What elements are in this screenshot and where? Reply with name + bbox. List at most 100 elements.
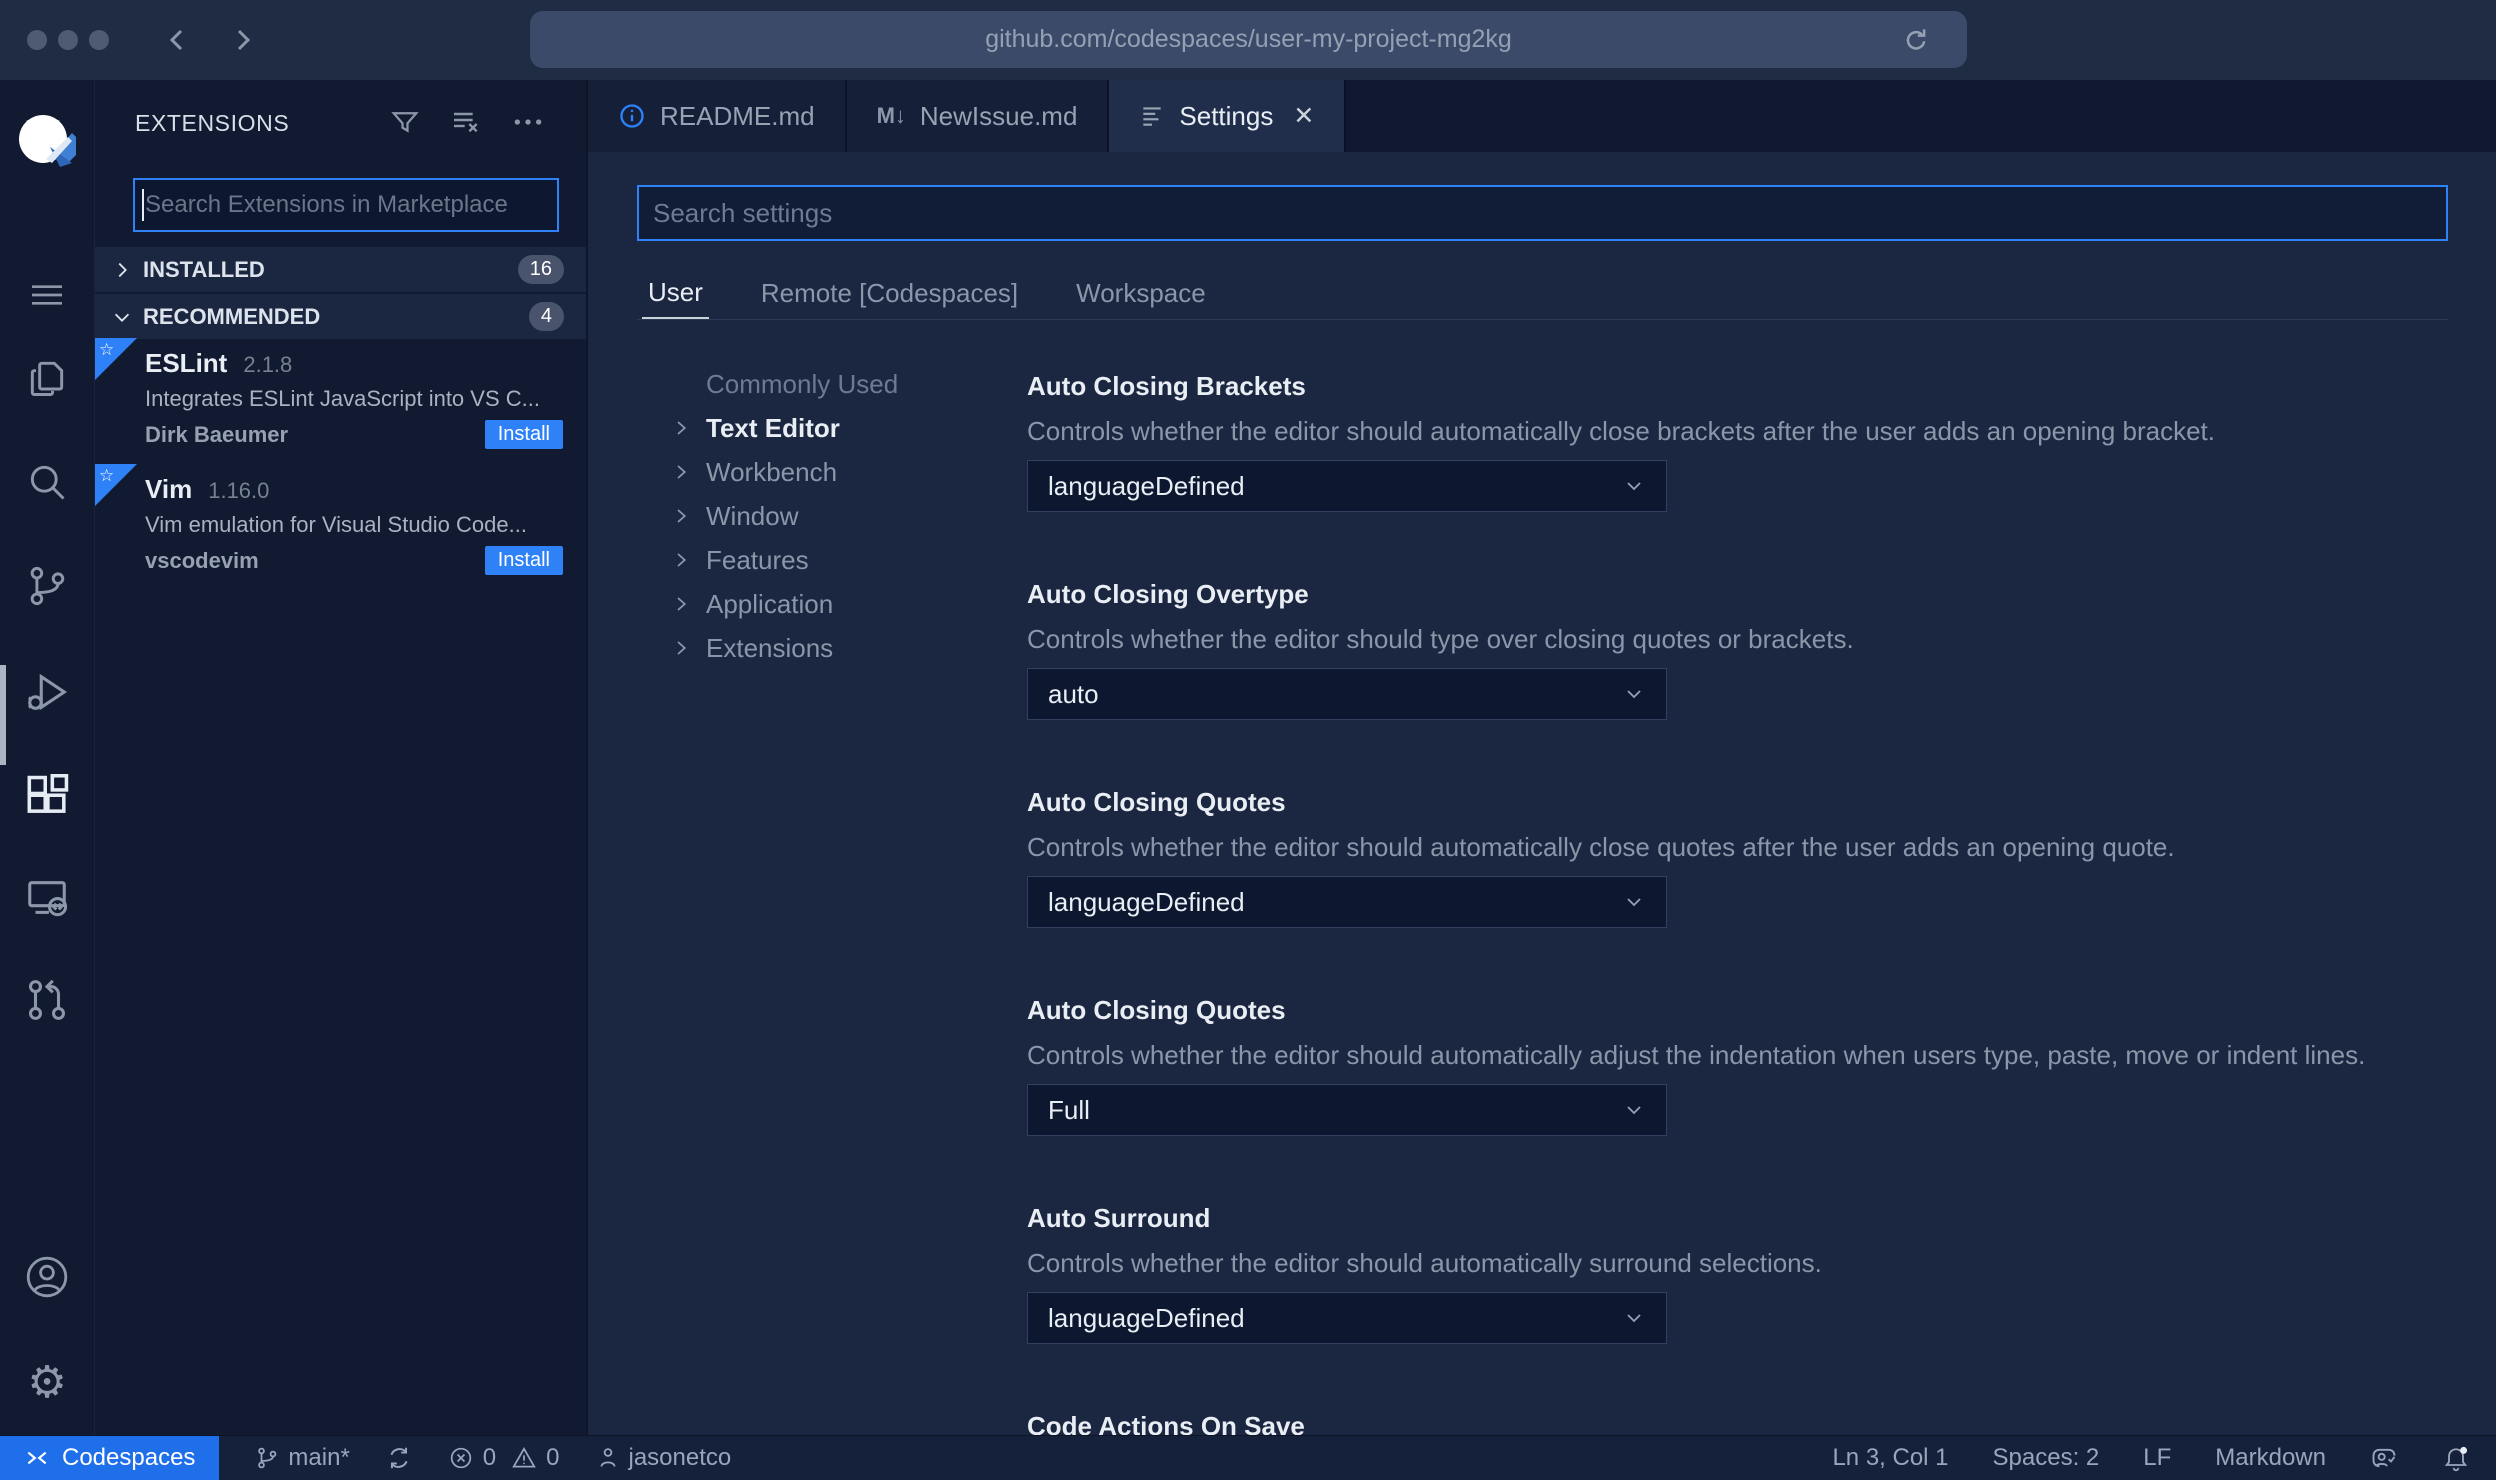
menu-button[interactable] xyxy=(27,275,67,315)
setting-dropdown[interactable]: languageDefined xyxy=(1027,1292,1667,1344)
setting-auto-closing-quotes: Auto Closing Quotes Controls whether the… xyxy=(1027,780,2487,928)
chevron-right-icon xyxy=(672,551,690,569)
setting-title: Auto Closing Overtype xyxy=(1027,579,1309,609)
window-zoom-button[interactable] xyxy=(89,30,109,50)
setting-description: Controls whether the editor should autom… xyxy=(1027,416,2216,446)
toc-item-text-editor[interactable]: Text Editor xyxy=(672,406,898,450)
run-debug-view-button[interactable] xyxy=(24,669,70,715)
extension-description: Vim emulation for Visual Studio Code... xyxy=(145,512,527,537)
warnings-icon xyxy=(512,1447,536,1468)
extension-version: 1.16.0 xyxy=(208,478,270,503)
github-codespaces-logo xyxy=(16,111,78,173)
explorer-view-button[interactable] xyxy=(25,356,69,400)
status-bar: Codespaces main* 0 0 jasonetco Ln 3, Col… xyxy=(0,1435,2496,1480)
extensions-view-button[interactable] xyxy=(24,774,70,820)
setting-title: Auto Closing Quotes xyxy=(1027,787,1286,817)
extensions-icon xyxy=(27,774,69,813)
feedback-button[interactable] xyxy=(2370,1444,2398,1472)
source-control-view-button[interactable] xyxy=(25,564,69,608)
account-status-button[interactable]: jasonetco xyxy=(596,1444,732,1472)
settings-search xyxy=(637,185,2448,241)
ellipsis-icon xyxy=(514,119,542,125)
remote-icon xyxy=(27,1451,47,1465)
chevron-right-icon xyxy=(672,507,690,525)
section-recommended[interactable]: RECOMMENDED 4 xyxy=(95,294,586,339)
extension-item-vim[interactable]: ☆ Vim 1.16.0 Vim emulation for Visual St… xyxy=(95,464,586,586)
address-bar[interactable]: github.com/codespaces/user-my-project-mg… xyxy=(530,11,1967,68)
toc-item-workbench[interactable]: Workbench xyxy=(672,450,898,494)
account-button[interactable] xyxy=(23,1253,71,1301)
clear-extension-search-button[interactable] xyxy=(450,106,482,138)
text-cursor xyxy=(142,189,144,221)
pull-requests-view-button[interactable] xyxy=(24,977,70,1023)
install-button[interactable]: Install xyxy=(484,546,563,575)
browser-back-button[interactable] xyxy=(160,22,196,58)
close-tab-button[interactable]: ✕ xyxy=(1293,101,1314,131)
extension-search xyxy=(133,178,559,232)
tab-label: README.md xyxy=(660,100,815,131)
scope-tab-workspace[interactable]: Workspace xyxy=(1070,268,1212,319)
setting-title: Auto Surround xyxy=(1027,1203,1211,1233)
problems-button[interactable]: 0 0 xyxy=(448,1444,560,1472)
line-col-button[interactable]: Ln 3, Col 1 xyxy=(1832,1444,1948,1472)
setting-dropdown[interactable]: languageDefined xyxy=(1027,876,1667,928)
tab-settings[interactable]: Settings ✕ xyxy=(1109,80,1347,152)
setting-dropdown[interactable]: auto xyxy=(1027,668,1667,720)
setting-auto-surround: Auto Surround Controls whether the edito… xyxy=(1027,1196,2487,1344)
error-count: 0 xyxy=(482,1444,497,1471)
chevron-down-icon xyxy=(1622,1098,1646,1122)
extension-item-eslint[interactable]: ☆ ESLint 2.1.8 Integrates ESLint JavaScr… xyxy=(95,338,586,460)
settings-gear-button[interactable]: ⚙ xyxy=(27,1361,66,1405)
account-icon xyxy=(26,1256,68,1298)
toc-item-window[interactable]: Window xyxy=(672,494,898,538)
extensions-sidebar: EXTENSIONS INSTALLED 16 RECOMMENDED 4 xyxy=(95,80,588,1435)
chevron-down-icon xyxy=(1622,890,1646,914)
filter-button[interactable] xyxy=(390,107,420,137)
indentation-button[interactable]: Spaces: 2 xyxy=(1993,1444,2100,1472)
toc-item-extensions[interactable]: Extensions xyxy=(672,626,898,670)
more-actions-button[interactable] xyxy=(512,106,544,138)
search-view-button[interactable] xyxy=(25,460,69,504)
eol-button[interactable]: LF xyxy=(2143,1444,2171,1472)
remote-indicator-button[interactable]: Codespaces xyxy=(0,1436,220,1480)
settings-editor: User Remote [Codespaces] Workspace Commo… xyxy=(588,152,2496,1435)
extension-name: Vim xyxy=(145,474,193,504)
section-installed[interactable]: INSTALLED 16 xyxy=(95,247,586,292)
extension-search-input[interactable] xyxy=(133,178,559,232)
scope-tab-remote[interactable]: Remote [Codespaces] xyxy=(755,268,1024,319)
install-button[interactable]: Install xyxy=(484,420,563,449)
person-icon xyxy=(600,1448,615,1467)
tab-newissue[interactable]: M↓ NewIssue.md xyxy=(846,80,1110,152)
window-close-button[interactable] xyxy=(27,30,47,50)
notifications-button[interactable] xyxy=(2442,1444,2470,1472)
toc-item-application[interactable]: Application xyxy=(672,582,898,626)
toc-item-commonly-used[interactable]: Commonly Used xyxy=(672,362,898,406)
count-badge: 4 xyxy=(528,302,564,331)
settings-search-input[interactable] xyxy=(637,185,2448,241)
toc-item-features[interactable]: Features xyxy=(672,538,898,582)
branch-button[interactable]: main* xyxy=(255,1444,350,1472)
activity-bar: ⚙ xyxy=(0,80,95,1435)
remote-explorer-view-button[interactable] xyxy=(24,875,70,921)
chevron-down-icon xyxy=(114,313,130,322)
account-label: jasonetco xyxy=(628,1444,732,1471)
sync-button[interactable] xyxy=(386,1445,412,1471)
sidebar-title: EXTENSIONS xyxy=(135,110,290,136)
scope-tab-user[interactable]: User xyxy=(642,268,709,319)
window-minimize-button[interactable] xyxy=(58,30,78,50)
clear-list-icon xyxy=(454,112,478,133)
refresh-button[interactable] xyxy=(1901,25,1931,55)
chevron-down-icon xyxy=(1622,474,1646,498)
branch-label: main* xyxy=(288,1444,350,1471)
setting-dropdown[interactable]: Full xyxy=(1027,1084,1667,1136)
dropdown-value: Full xyxy=(1048,1094,1090,1125)
setting-title: Auto Closing Brackets xyxy=(1027,371,1306,401)
chevron-down-icon xyxy=(1622,682,1646,706)
sidebar-actions xyxy=(390,106,544,138)
browser-forward-button[interactable] xyxy=(224,22,260,58)
setting-dropdown[interactable]: languageDefined xyxy=(1027,460,1667,512)
language-mode-button[interactable]: Markdown xyxy=(2215,1444,2326,1472)
extension-name: ESLint xyxy=(145,348,228,378)
chevron-right-icon xyxy=(672,639,690,657)
tab-readme[interactable]: README.md xyxy=(588,80,847,152)
